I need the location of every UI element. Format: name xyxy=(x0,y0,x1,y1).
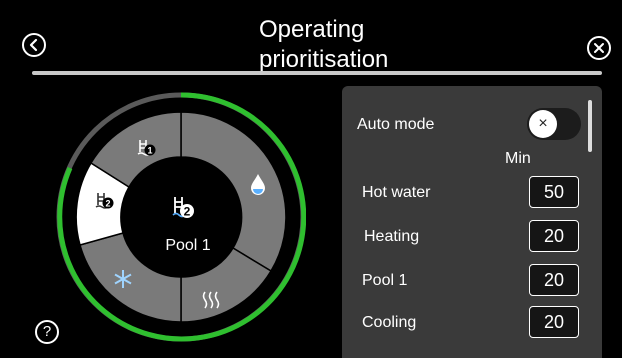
pool-1-min-field[interactable]: 20 xyxy=(529,264,579,296)
cooling-min-field[interactable]: 20 xyxy=(529,306,579,338)
priority-panel: Auto mode × Min Hot water 50 Heating 20 … xyxy=(342,86,602,358)
help-button[interactable]: ? xyxy=(35,320,59,344)
help-icon: ? xyxy=(42,323,52,340)
svg-text:1: 1 xyxy=(147,146,152,156)
toggle-off-icon: × xyxy=(529,110,557,138)
auto-mode-label: Auto mode xyxy=(357,116,435,133)
panel-scrollbar[interactable] xyxy=(588,100,592,152)
priority-wheel: 1 2 2 xyxy=(56,92,306,342)
wheel-center-label: Pool 1 xyxy=(165,237,211,254)
hot-water-min-field[interactable]: 50 xyxy=(529,176,579,208)
min-column-header: Min xyxy=(505,150,531,167)
title-line-1: Operating xyxy=(259,16,365,43)
heating-min-field[interactable]: 20 xyxy=(529,220,579,252)
header-divider xyxy=(32,71,602,75)
row-label-heating: Heating xyxy=(364,228,420,245)
row-label-cooling: Cooling xyxy=(362,314,417,331)
row-label-pool-1: Pool 1 xyxy=(362,272,408,289)
svg-text:2: 2 xyxy=(184,205,191,219)
page-title: Operating prioritisation xyxy=(259,15,399,75)
row-label-hot-water: Hot water xyxy=(362,184,431,201)
close-icon xyxy=(594,43,604,53)
svg-text:2: 2 xyxy=(105,199,110,209)
auto-mode-toggle[interactable]: × xyxy=(527,108,581,140)
close-button[interactable] xyxy=(587,36,611,60)
chevron-left-icon xyxy=(29,38,38,52)
back-button[interactable] xyxy=(22,33,46,57)
